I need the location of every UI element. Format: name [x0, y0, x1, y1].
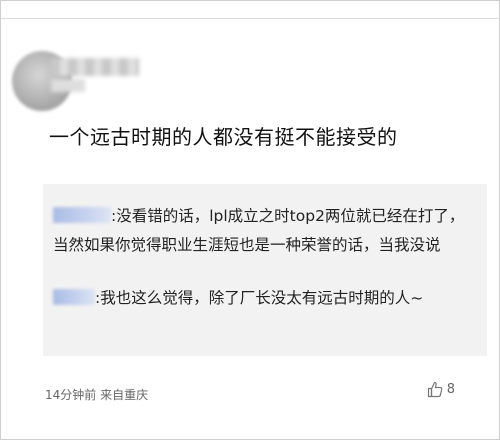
user-info-blurred: [51, 79, 85, 92]
reply-username-blurred[interactable]: [53, 207, 111, 223]
comment-meta: 14分钟前 来自重庆: [45, 388, 149, 402]
replies-box: :没看错的话，lpl成立之时top2两位就已经在打了，当然如果你觉得职业生涯短也…: [43, 184, 487, 356]
reply-item[interactable]: :我也这么觉得，除了厂长没太有远古时期的人~: [53, 284, 477, 313]
comment-card: 一个远古时期的人都没有挺不能接受的 :没看错的话，lpl成立之时top2两位就已…: [0, 0, 500, 440]
thumbs-up-icon: [427, 381, 443, 398]
like-count: 8: [446, 382, 455, 397]
reply-text: :没看错的话，lpl成立之时top2两位就已经在打了，当然如果你觉得职业生涯短也…: [53, 207, 465, 254]
username-blurred[interactable]: [51, 58, 139, 76]
reply-username-blurred[interactable]: [53, 289, 95, 305]
reply-item[interactable]: :没看错的话，lpl成立之时top2两位就已经在打了，当然如果你觉得职业生涯短也…: [53, 202, 477, 260]
like-button[interactable]: 8: [427, 381, 455, 398]
top-divider: [1, 18, 500, 19]
comment-text: 一个远古时期的人都没有挺不能接受的: [49, 125, 398, 149]
reply-text: :我也这么觉得，除了厂长没太有远古时期的人~: [95, 289, 424, 307]
